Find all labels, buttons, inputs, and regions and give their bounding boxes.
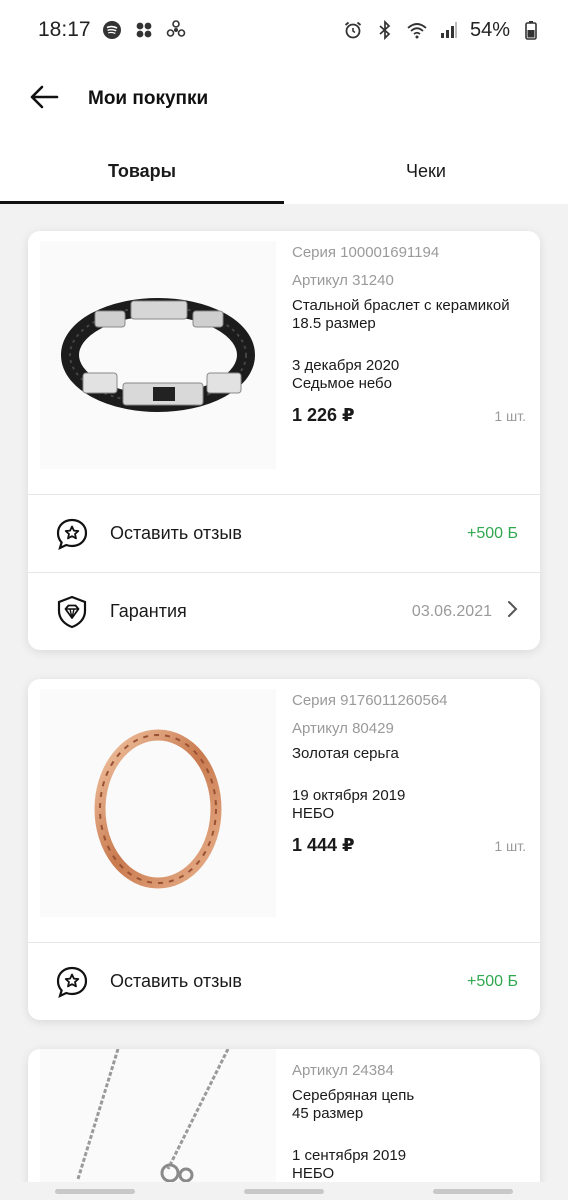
tab-receipts[interactable]: Чеки bbox=[284, 138, 568, 204]
status-time: 18:17 bbox=[38, 18, 91, 41]
product-price: 1 226 ₽ bbox=[292, 405, 355, 425]
purchase-date: 1 сентября 2019 bbox=[292, 1147, 407, 1164]
app-header: Мои покупки bbox=[0, 60, 568, 138]
product-article: Артикул 24384 bbox=[292, 1062, 394, 1079]
review-star-icon bbox=[54, 516, 90, 552]
alarm-icon bbox=[342, 19, 364, 41]
fan-icon bbox=[165, 19, 187, 41]
review-bonus: +500 Б bbox=[467, 972, 518, 990]
product-image-chain bbox=[40, 1049, 276, 1200]
spotify-icon bbox=[101, 19, 123, 41]
review-bonus: +500 Б bbox=[467, 524, 518, 542]
nav-home-handle[interactable] bbox=[243, 1188, 324, 1194]
store-name: НЕБО bbox=[292, 1165, 335, 1182]
product-qty: 1 шт. bbox=[494, 837, 526, 854]
warranty-row[interactable]: Гарантия 03.06.2021 bbox=[28, 572, 540, 650]
purchase-card[interactable]: Серия 100001691194 Артикул 31240 Стально… bbox=[28, 231, 540, 650]
product-info: Серия 100001691194 Артикул 31240 Стально… bbox=[292, 239, 526, 426]
nav-recents-handle[interactable] bbox=[54, 1188, 135, 1194]
product-info: Артикул 24384 Серебряная цепь 45 размер … bbox=[292, 1057, 526, 1183]
product-qty: 1 шт. bbox=[494, 407, 526, 424]
product-block: Артикул 24384 Серебряная цепь 45 размер … bbox=[28, 1049, 540, 1200]
product-size: 45 размер bbox=[292, 1105, 364, 1122]
status-bar-left: 18:17 bbox=[38, 18, 187, 42]
bluetooth-icon bbox=[374, 19, 396, 41]
page-title: Мои покупки bbox=[88, 88, 209, 109]
status-bar: 18:17 54% bbox=[0, 0, 568, 60]
status-bar-right: 54% bbox=[342, 19, 542, 42]
product-image-earring bbox=[40, 689, 276, 917]
product-info: Серия 9176011260564 Артикул 80429 Золота… bbox=[292, 687, 526, 856]
purchase-date: 19 октября 2019 bbox=[292, 787, 406, 804]
review-star-icon bbox=[54, 964, 90, 1000]
wifi-icon bbox=[406, 19, 428, 41]
leave-review-row[interactable]: Оставить отзыв +500 Б bbox=[28, 494, 540, 572]
purchase-date: 3 декабря 2020 bbox=[292, 357, 400, 374]
system-nav-bar bbox=[0, 1182, 568, 1200]
chevron-right-icon bbox=[506, 600, 518, 623]
product-image-bracelet bbox=[40, 241, 276, 469]
price-row: 1 444 ₽ 1 шт. bbox=[292, 835, 526, 856]
store-name: НЕБО bbox=[292, 805, 335, 822]
product-name: Золотая серьга bbox=[292, 745, 399, 762]
arrow-left-icon bbox=[29, 85, 59, 114]
product-price: 1 444 ₽ bbox=[292, 835, 355, 855]
product-name: Стальной браслет с керамикой bbox=[292, 297, 510, 314]
purchase-card[interactable]: Артикул 24384 Серебряная цепь 45 размер … bbox=[28, 1049, 540, 1200]
product-series: Серия 9176011260564 bbox=[292, 692, 448, 709]
product-name: Серебряная цепь bbox=[292, 1087, 415, 1104]
nav-back-handle[interactable] bbox=[433, 1188, 514, 1194]
review-label: Оставить отзыв bbox=[110, 523, 242, 543]
review-label: Оставить отзыв bbox=[110, 971, 242, 991]
diamond-shield-icon bbox=[54, 594, 90, 630]
back-button[interactable] bbox=[14, 69, 74, 129]
tabs: Товары Чеки bbox=[0, 138, 568, 204]
battery-percent: 54% bbox=[469, 18, 510, 41]
app-dots-icon bbox=[133, 19, 155, 41]
warranty-date: 03.06.2021 bbox=[411, 602, 492, 620]
product-block: Серия 100001691194 Артикул 31240 Стально… bbox=[28, 231, 540, 493]
product-series: Серия 100001691194 bbox=[292, 244, 440, 261]
price-row: 1 226 ₽ 1 шт. bbox=[292, 405, 526, 426]
purchase-card[interactable]: Серия 9176011260564 Артикул 80429 Золота… bbox=[28, 679, 540, 1020]
product-article: Артикул 80429 bbox=[292, 720, 394, 737]
leave-review-row[interactable]: Оставить отзыв +500 Б bbox=[28, 942, 540, 1020]
warranty-label: Гарантия bbox=[110, 601, 187, 621]
battery-icon bbox=[520, 19, 542, 41]
store-name: Седьмое небо bbox=[292, 375, 392, 392]
tab-products[interactable]: Товары bbox=[0, 138, 284, 204]
signal-icon bbox=[438, 19, 460, 41]
product-size: 18.5 размер bbox=[292, 315, 376, 332]
product-block: Серия 9176011260564 Артикул 80429 Золота… bbox=[28, 679, 540, 941]
product-article: Артикул 31240 bbox=[292, 272, 394, 289]
